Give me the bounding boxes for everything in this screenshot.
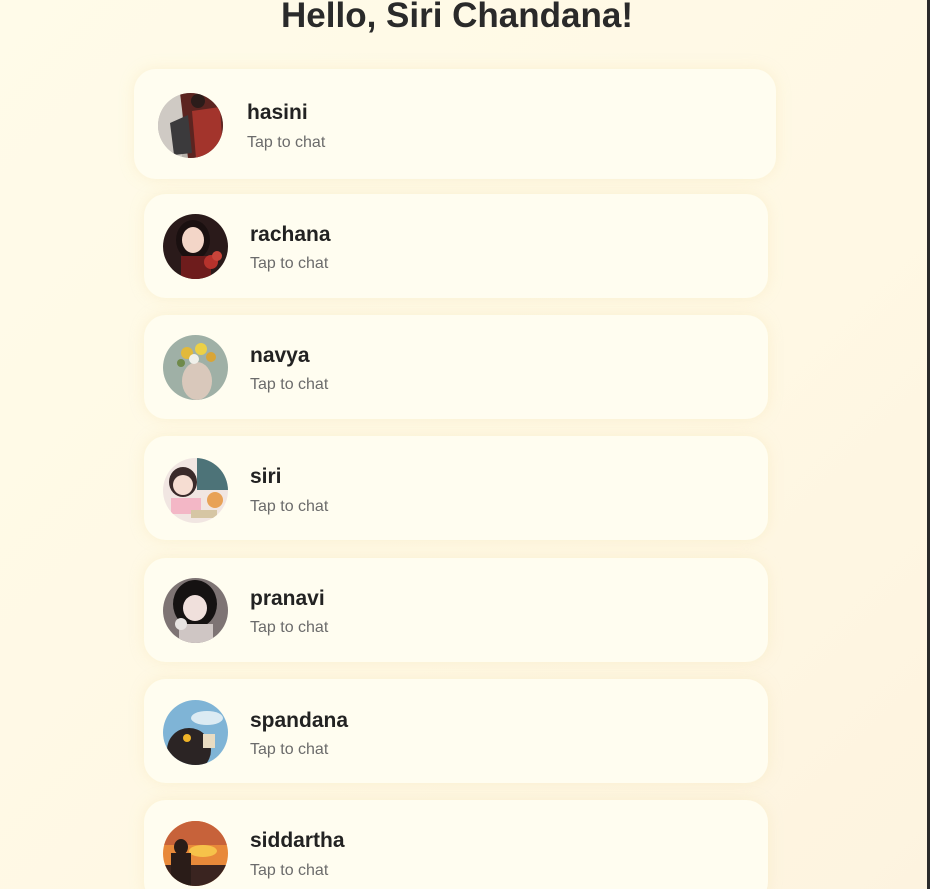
chat-item-siddartha[interactable]: siddartha Tap to chat	[144, 800, 768, 889]
chat-item-pranavi[interactable]: pranavi Tap to chat	[144, 558, 768, 662]
avatar	[163, 578, 228, 643]
avatar	[163, 700, 228, 765]
profile-photo-icon	[163, 821, 228, 886]
avatar	[163, 335, 228, 400]
chat-name: siri	[250, 465, 282, 488]
chat-list: hasini Tap to chat rachana Tap to chat n…	[0, 0, 930, 889]
avatar	[163, 458, 228, 523]
chat-name: pranavi	[250, 587, 325, 610]
chat-item-spandana[interactable]: spandana Tap to chat	[144, 679, 768, 783]
chat-name: hasini	[247, 101, 308, 124]
chat-subtitle: Tap to chat	[250, 255, 329, 272]
profile-photo-icon	[158, 93, 223, 158]
chat-item-hasini[interactable]: hasini Tap to chat	[134, 69, 776, 179]
avatar	[163, 214, 228, 279]
profile-photo-icon	[163, 578, 228, 643]
chat-subtitle: Tap to chat	[250, 862, 329, 879]
chat-name: navya	[250, 344, 310, 367]
chat-item-rachana[interactable]: rachana Tap to chat	[144, 194, 768, 298]
chat-item-navya[interactable]: navya Tap to chat	[144, 315, 768, 419]
profile-photo-icon	[163, 458, 228, 523]
chat-subtitle: Tap to chat	[247, 134, 326, 151]
avatar	[158, 93, 223, 158]
chat-subtitle: Tap to chat	[250, 619, 329, 636]
profile-photo-icon	[163, 700, 228, 765]
chat-name: siddartha	[250, 829, 345, 852]
chat-subtitle: Tap to chat	[250, 376, 329, 393]
chat-name: spandana	[250, 709, 349, 732]
chat-item-siri[interactable]: siri Tap to chat	[144, 436, 768, 540]
profile-photo-icon	[163, 335, 228, 400]
avatar	[163, 821, 228, 886]
chat-subtitle: Tap to chat	[250, 498, 329, 515]
chat-name: rachana	[250, 223, 331, 246]
chat-subtitle: Tap to chat	[250, 741, 329, 758]
profile-photo-icon	[163, 214, 228, 279]
